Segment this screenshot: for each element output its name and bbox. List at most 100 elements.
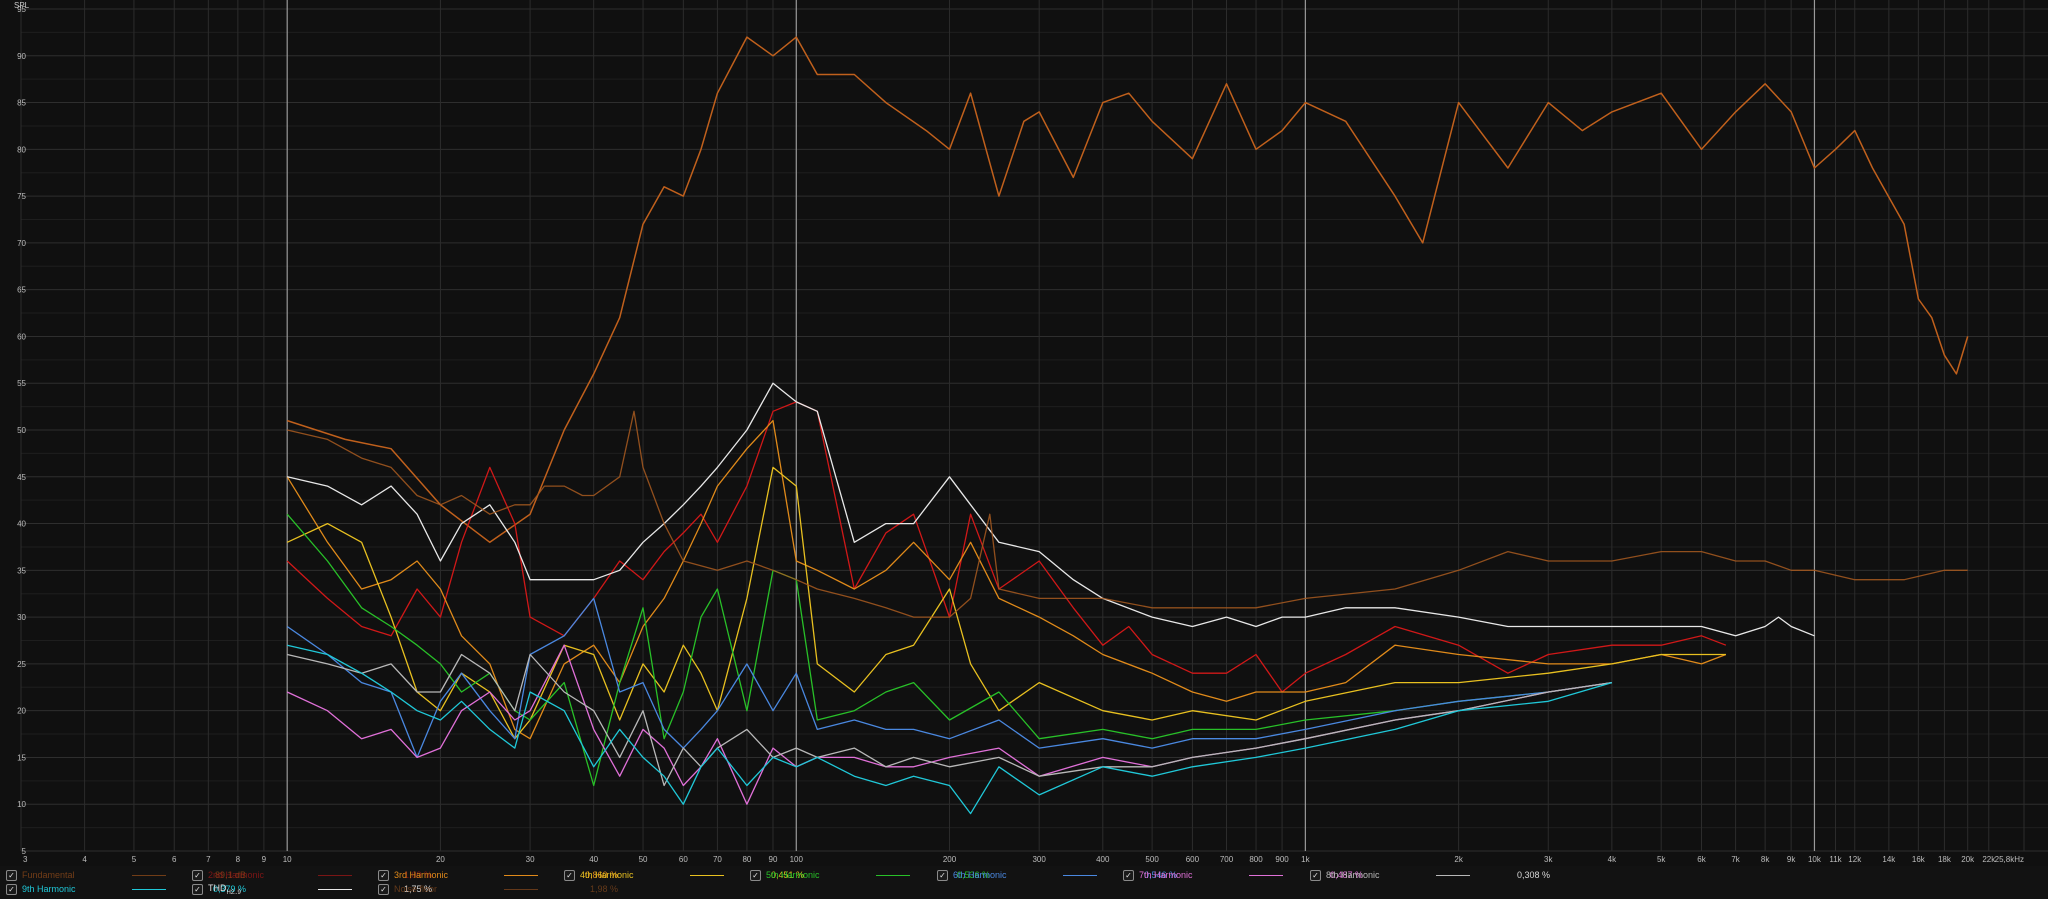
- legend-swatch: [690, 874, 724, 876]
- legend-checkbox[interactable]: ✓: [192, 883, 203, 895]
- x-tick-label: 500: [1145, 855, 1159, 864]
- y-tick-label: 15: [17, 753, 26, 762]
- legend-swatch: [1436, 874, 1470, 876]
- x-tick-label: 5k: [1657, 855, 1666, 864]
- legend-swatch: [132, 888, 166, 890]
- x-tick-label: 70: [713, 855, 722, 864]
- x-tick-label: 12k: [1848, 855, 1862, 864]
- legend-swatch: [1063, 874, 1097, 876]
- legend-label: 8th Harmonic: [1326, 870, 1380, 880]
- y-tick-label: 30: [17, 613, 26, 622]
- legend-checkbox[interactable]: ✓: [1123, 869, 1134, 881]
- legend-swatch: [504, 888, 538, 890]
- x-tick-label: 6: [172, 855, 177, 864]
- legend-checkbox[interactable]: ✓: [6, 869, 17, 881]
- legend: ✓ Fundamental 89,1 dB ✓ 2nd Harmonic 1,09 % ✓ 3…: [0, 866, 2048, 899]
- x-tick-label: 8: [236, 855, 241, 864]
- x-tick-label: 20: [436, 855, 445, 864]
- legend-label: 9th Harmonic: [22, 884, 76, 894]
- y-tick-label: 70: [17, 239, 26, 248]
- x-tick-label: 6k: [1697, 855, 1706, 864]
- x-tick-label: 3: [23, 855, 28, 864]
- legend-item[interactable]: ✓ Noise floor 1,98 %: [378, 882, 618, 896]
- x-tick-label: 10: [283, 855, 292, 864]
- x-tick-label: 1k: [1301, 855, 1310, 864]
- x-tick-label: 80: [742, 855, 751, 864]
- x-tick-label: 10k: [1808, 855, 1822, 864]
- y-tick-label: 10: [17, 800, 26, 809]
- legend-label: 2nd Harmonic: [208, 870, 265, 880]
- legend-value: 0,308 %: [1516, 870, 1550, 880]
- x-tick-label: 30: [526, 855, 535, 864]
- legend-checkbox[interactable]: ✓: [564, 869, 575, 881]
- legend-label: 7th Harmonic: [1139, 870, 1193, 880]
- plot-background: [0, 0, 2048, 866]
- x-tick-label: 5: [132, 855, 137, 864]
- y-tick-label: 40: [17, 520, 26, 529]
- legend-checkbox[interactable]: ✓: [750, 869, 761, 881]
- legend-label: Fundamental: [22, 870, 75, 880]
- x-tick-label: 20k: [1961, 855, 1975, 864]
- legend-swatch: [318, 888, 352, 890]
- x-tick-label: 9: [262, 855, 267, 864]
- x-tick-label: 18k: [1938, 855, 1952, 864]
- x-tick-label: 300: [1032, 855, 1046, 864]
- y-tick-label: 65: [17, 286, 26, 295]
- legend-item[interactable]: ✓ 8th Harmonic 0,308 %: [1310, 868, 1550, 882]
- x-tick-label: 7k: [1731, 855, 1740, 864]
- legend-label-subscript: H2..9: [226, 889, 241, 896]
- y-tick-label: 85: [17, 99, 26, 108]
- x-tick-label: 800: [1249, 855, 1263, 864]
- x-tick-label: 90: [769, 855, 778, 864]
- x-tick-label: 700: [1220, 855, 1234, 864]
- legend-swatch: [876, 874, 910, 876]
- legend-label: 5th Harmonic: [766, 870, 820, 880]
- legend-value: 1,98 %: [589, 884, 618, 894]
- x-tick-label: 60: [679, 855, 688, 864]
- x-tick-label: 25,8kHz: [1995, 855, 2024, 864]
- x-tick-label: 14k: [1882, 855, 1896, 864]
- legend-label: 3rd Harmonic: [394, 870, 449, 880]
- x-tick-label: 900: [1275, 855, 1289, 864]
- y-tick-label: 80: [17, 145, 26, 154]
- y-axis-label: SPL: [14, 1, 30, 10]
- y-tick-label: 20: [17, 707, 26, 716]
- legend-label: 6th Harmonic: [953, 870, 1007, 880]
- legend-label: 4th Harmonic: [580, 870, 634, 880]
- legend-swatch: [1249, 874, 1283, 876]
- x-tick-label: 11k: [1829, 855, 1842, 864]
- y-tick-label: 35: [17, 566, 26, 575]
- y-tick-label: 75: [17, 192, 26, 201]
- legend-checkbox[interactable]: ✓: [1310, 869, 1321, 881]
- x-tick-label: 8k: [1761, 855, 1770, 864]
- legend-checkbox[interactable]: ✓: [192, 869, 203, 881]
- x-tick-label: 4k: [1608, 855, 1617, 864]
- legend-swatch: [318, 874, 352, 876]
- x-tick-label: 9k: [1787, 855, 1796, 864]
- x-tick-label: 2k: [1454, 855, 1463, 864]
- x-tick-label: 40: [589, 855, 598, 864]
- legend-swatch: [504, 874, 538, 876]
- y-tick-label: 45: [17, 473, 26, 482]
- legend-checkbox[interactable]: ✓: [937, 869, 948, 881]
- x-tick-label: 400: [1096, 855, 1110, 864]
- x-tick-label: 200: [943, 855, 957, 864]
- x-tick-label: 16k: [1912, 855, 1926, 864]
- x-tick-label: 50: [639, 855, 648, 864]
- legend-checkbox[interactable]: ✓: [6, 883, 17, 895]
- legend-swatch: [132, 874, 166, 876]
- legend-label: THDH2..9: [208, 882, 241, 896]
- x-tick-label: 100: [790, 855, 804, 864]
- x-tick-label: 4: [82, 855, 87, 864]
- legend-checkbox[interactable]: ✓: [378, 883, 389, 895]
- y-tick-label: 50: [17, 426, 26, 435]
- y-tick-label: 60: [17, 332, 26, 341]
- legend-label: Noise floor: [394, 884, 438, 894]
- x-tick-label: 600: [1186, 855, 1200, 864]
- x-tick-label: 3k: [1544, 855, 1553, 864]
- y-tick-label: 25: [17, 660, 26, 669]
- spl-chart[interactable]: 5101520253035404550556065707580859095 34…: [0, 0, 2048, 866]
- legend-checkbox[interactable]: ✓: [378, 869, 389, 881]
- y-tick-label: 55: [17, 379, 26, 388]
- x-tick-label: 7: [206, 855, 211, 864]
